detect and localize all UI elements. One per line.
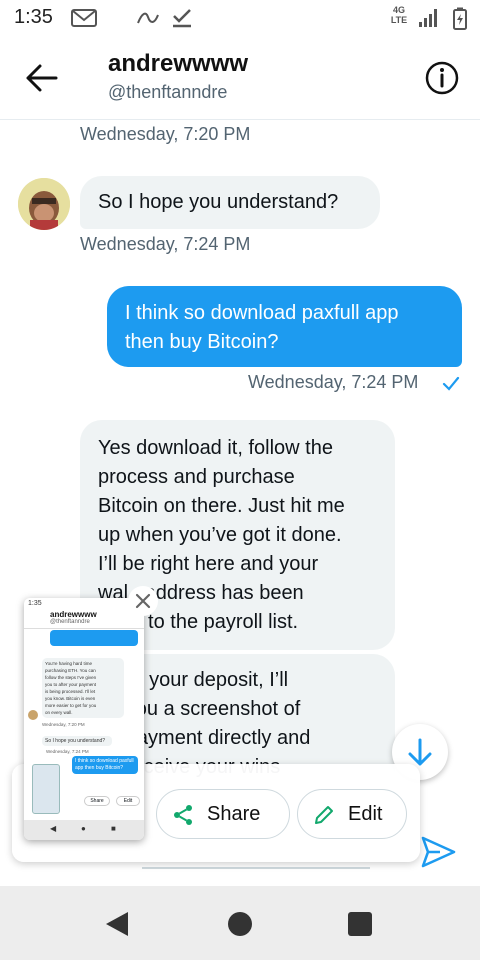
thumb-nested-screenshot <box>32 764 60 814</box>
conversation-header: andrewwww @thenftanndre <box>0 36 480 120</box>
share-icon <box>174 805 192 825</box>
pencil-icon <box>315 806 333 824</box>
message-timestamp: Wednesday, 7:20 PM <box>80 124 251 144</box>
message-text-line: then buy Bitcoin? <box>125 331 279 353</box>
edit-label: Edit <box>348 803 383 825</box>
thumb-handle: @thenftanndre <box>50 619 90 625</box>
close-icon <box>135 593 151 609</box>
avatar[interactable] <box>18 178 70 230</box>
thumb-name: andrewwww <box>50 610 97 619</box>
contact-handle: @thenftanndre <box>108 82 228 102</box>
message-text-line: up when you’ve got it done. <box>98 524 342 546</box>
thumb-time: 1:35 <box>28 600 42 607</box>
status-time: 1:35 <box>14 6 53 28</box>
message-timestamp: Wednesday, 7:24 PM <box>248 372 419 392</box>
system-navigation-bar <box>0 886 480 960</box>
nav-back-icon[interactable] <box>104 910 130 938</box>
message-text-line: Bitcoin on there. Just hit me <box>98 495 345 517</box>
nav-recents-icon[interactable] <box>348 912 372 936</box>
download-done-icon <box>173 9 191 28</box>
message-timestamp: Wednesday, 7:24 PM <box>80 234 251 254</box>
network-type: 4G LTE <box>390 5 408 25</box>
thumb-incoming-bubble: You're having hard time purchasing ETH. … <box>42 658 124 718</box>
thumb-avatar <box>28 710 38 720</box>
edit-button[interactable]: Edit <box>297 789 407 839</box>
signature-icon <box>137 12 159 24</box>
info-icon[interactable] <box>424 60 460 96</box>
contact-name[interactable]: andrewwww <box>108 50 248 78</box>
nav-home-icon[interactable] <box>228 912 252 936</box>
read-check-icon <box>442 376 460 391</box>
signal-icon <box>419 9 437 27</box>
share-label: Share <box>207 803 261 825</box>
share-button[interactable]: Share <box>156 789 290 839</box>
incoming-message[interactable]: So I hope you understand? <box>80 176 380 229</box>
compose-input-underline[interactable] <box>142 867 370 869</box>
thumb-navbar: ◀ ● ■ <box>24 820 144 840</box>
outgoing-message[interactable]: I think so download paxfull app then buy… <box>107 286 462 367</box>
thumbnail-close-button[interactable] <box>128 586 158 616</box>
message-text-line: Yes download it, follow the <box>98 437 333 459</box>
message-text-line: I’ll be right here and your <box>98 553 319 575</box>
status-bar: 1:35 4G LTE <box>0 0 480 36</box>
ape-avatar-icon <box>18 178 70 230</box>
back-arrow-icon[interactable] <box>22 62 62 94</box>
message-text-line: I think so download paxfull app <box>125 302 399 324</box>
message-text-line: process and purchase <box>98 466 295 488</box>
screenshot-thumbnail[interactable]: 1:35 andrewwww @thenftanndre You're havi… <box>24 598 144 840</box>
thumb-outgoing-bubble <box>50 630 138 646</box>
send-icon[interactable] <box>418 832 458 872</box>
gmail-icon <box>71 9 97 27</box>
message-text: So I hope you understand? <box>98 191 339 213</box>
battery-icon <box>453 7 467 30</box>
